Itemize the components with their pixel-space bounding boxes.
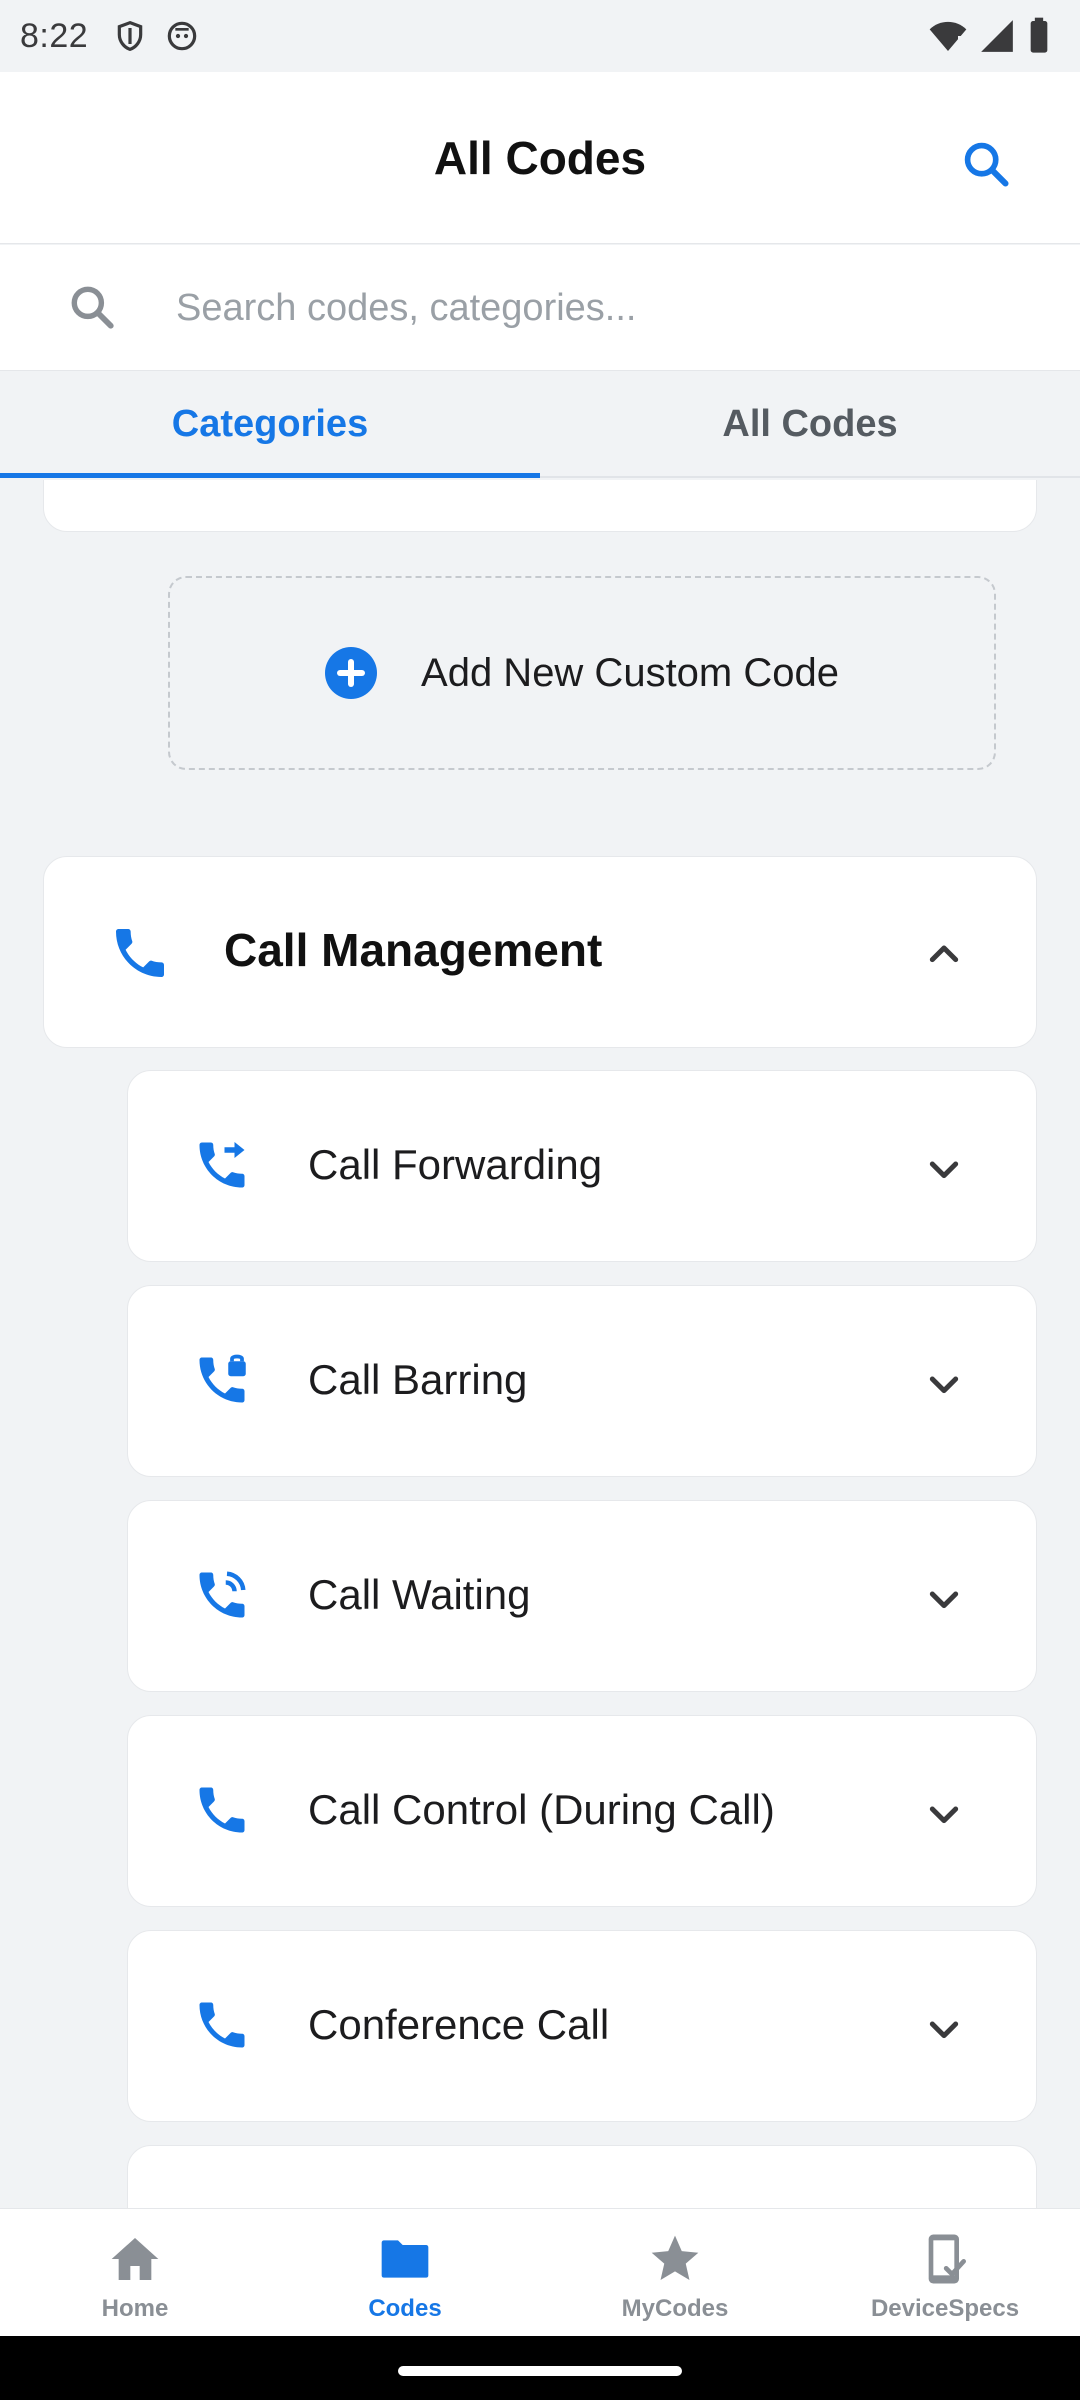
- star-icon: [645, 2229, 705, 2289]
- phone-icon: [199, 1787, 245, 1833]
- subcategory-label: Call Forwarding: [308, 1141, 603, 1188]
- nav-devicespecs-label: DeviceSpecs: [870, 2295, 1020, 2322]
- subcategory-call-barring[interactable]: Call Barring: [127, 1285, 1037, 1477]
- call-forward-icon: [199, 1142, 245, 1188]
- chevron-down-icon[interactable]: [924, 1364, 964, 1404]
- category-card-partial[interactable]: [43, 480, 1037, 532]
- subcategory-call-waiting[interactable]: Call Waiting: [127, 1500, 1037, 1692]
- subcategory-label: Call Control (During Call): [308, 1786, 775, 1833]
- header-search-button[interactable]: [958, 136, 1014, 192]
- nav-codes-label: Codes: [368, 2295, 442, 2322]
- search-icon: [964, 142, 1009, 187]
- status-icons-right: [928, 16, 1052, 61]
- search-input[interactable]: [176, 273, 1036, 343]
- call-lock-icon: [199, 1354, 246, 1403]
- phone-icon: [116, 929, 164, 977]
- home-icon: [105, 2229, 165, 2289]
- folder-icon: [375, 2229, 435, 2289]
- phone-icon: [199, 2002, 245, 2048]
- add-custom-code-button[interactable]: Add New Custom Code: [168, 576, 996, 770]
- category-label: Call Management: [224, 924, 603, 976]
- battery-icon: [1026, 16, 1052, 61]
- chevron-up-icon[interactable]: [924, 933, 964, 973]
- page-title: All Codes: [433, 132, 647, 184]
- subcategory-label: Conference Call: [308, 2001, 610, 2048]
- chevron-down-icon[interactable]: [924, 2009, 964, 2049]
- chevron-down-icon[interactable]: [924, 1579, 964, 1619]
- wifi-icon: [928, 16, 968, 61]
- tab-categories[interactable]: Categories: [0, 372, 540, 478]
- signal-icon: [978, 17, 1016, 60]
- content-list[interactable]: Add New Custom Code Call Management Call…: [0, 480, 1080, 2208]
- nav-home[interactable]: Home: [0, 2209, 270, 2336]
- subcategory-label: Call Barring: [308, 1356, 528, 1403]
- nav-home-label: Home: [101, 2295, 169, 2322]
- tab-bar: Categories All Codes: [0, 372, 1080, 478]
- subcategory-label: Call Waiting: [308, 1571, 531, 1618]
- subcategory-partial[interactable]: [127, 2145, 1037, 2208]
- plus-icon: [325, 647, 378, 699]
- subcategory-call-control[interactable]: Call Control (During Call): [127, 1715, 1037, 1907]
- nav-codes[interactable]: Codes: [270, 2209, 540, 2336]
- bottom-nav: Home Codes MyCodes DeviceSpecs: [0, 2208, 1080, 2336]
- subcategory-conference-call[interactable]: Conference Call: [127, 1930, 1037, 2122]
- status-bar: 8:22: [0, 0, 1080, 72]
- chevron-down-icon[interactable]: [924, 1794, 964, 1834]
- status-time: 8:22: [20, 16, 89, 55]
- search-bar: [0, 245, 1080, 371]
- nav-mycodes-label: MyCodes: [621, 2295, 729, 2322]
- chevron-down-icon[interactable]: [924, 1149, 964, 1189]
- call-ringing-icon: [199, 1571, 246, 1618]
- subcategory-call-forwarding[interactable]: Call Forwarding: [127, 1070, 1037, 1262]
- phone-check-icon: [915, 2229, 975, 2289]
- app-header: All Codes: [0, 72, 1080, 244]
- shield-icon: [112, 18, 148, 54]
- system-gesture-bar: [0, 2336, 1080, 2400]
- home-gesture-handle[interactable]: [398, 2366, 682, 2376]
- nav-mycodes[interactable]: MyCodes: [540, 2209, 810, 2336]
- nav-devicespecs[interactable]: DeviceSpecs: [810, 2209, 1080, 2336]
- search-icon: [64, 279, 120, 335]
- add-custom-code-label: Add New Custom Code: [421, 650, 839, 695]
- tab-all-codes[interactable]: All Codes: [540, 372, 1080, 476]
- category-call-management[interactable]: Call Management: [43, 856, 1037, 1048]
- robot-face-icon: [164, 18, 200, 54]
